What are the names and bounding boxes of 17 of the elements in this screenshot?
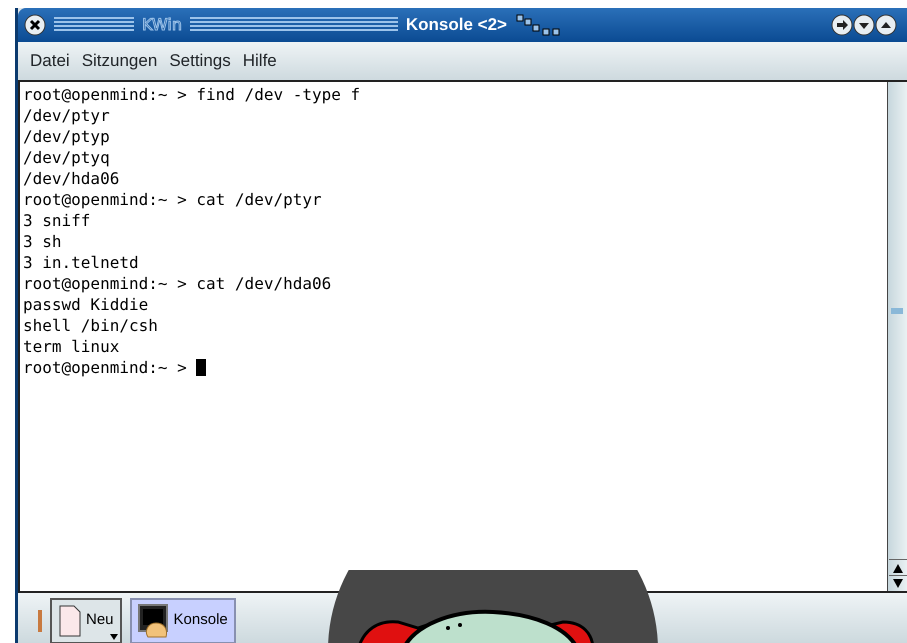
terminal-icon (138, 604, 170, 638)
caret-icon (110, 634, 118, 640)
menu-item[interactable]: Hilfe (242, 48, 277, 74)
menu-item[interactable]: Settings (169, 48, 231, 74)
scrollbar-thumb[interactable] (891, 308, 903, 314)
task-button[interactable]: Konsole (130, 598, 236, 643)
window-title: Konsole <2> (406, 14, 507, 36)
window-logo: KWin (142, 14, 182, 36)
scrollbar[interactable] (887, 82, 907, 591)
scroll-up-button[interactable] (888, 559, 906, 575)
close-icon[interactable] (24, 14, 46, 36)
cursor-icon (196, 359, 206, 376)
terminal-output: root@openmind:~ > find /dev -type f /dev/ptyr /dev/ptyp /dev/ptyq /dev/hda06 root@openmind:~ > cat /dev/ptyr 3 sniff 3 sh 3 in.telnetd root@openmind:~ > cat /dev/hda06 passwd Kiddie shell /bin/csh term linux root@openmind:~ > (22, 84, 362, 379)
menu-item[interactable]: Sitzungen (82, 48, 158, 74)
menu-item[interactable]: Datei (30, 48, 70, 74)
document-icon (58, 604, 82, 636)
new-button[interactable]: Neu (50, 598, 122, 643)
